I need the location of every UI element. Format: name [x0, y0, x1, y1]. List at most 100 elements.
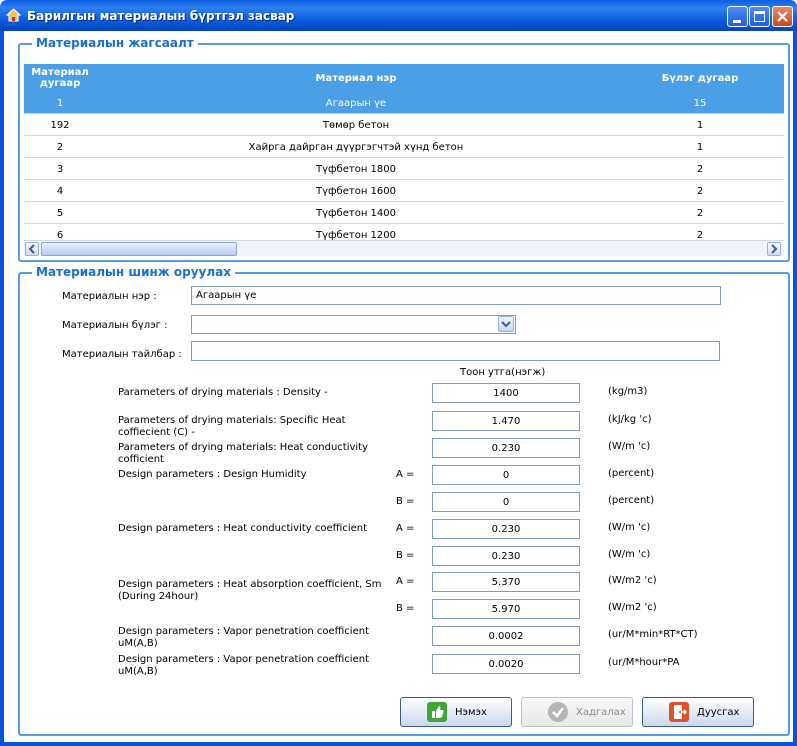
- param-value-input[interactable]: 5.970: [432, 599, 580, 619]
- param-unit: (W/m 'c): [608, 441, 651, 452]
- column-header-material-name[interactable]: Материал нэр: [96, 64, 616, 92]
- table-row[interactable]: 192 Төмөр бетон 1: [24, 114, 784, 136]
- add-button-label: Нэмэх: [455, 706, 487, 718]
- param-value-input[interactable]: 1400: [432, 383, 580, 403]
- finish-button[interactable]: Дуусгах: [642, 697, 754, 727]
- values-header: Тоон утга(нэгж): [460, 367, 546, 378]
- param-unit: (ur/M*min*RT*CT): [608, 629, 698, 640]
- table-row[interactable]: 5 Түфбетон 1400 2: [24, 202, 784, 224]
- material-description-input[interactable]: [191, 341, 720, 361]
- grid-horizontal-scrollbar[interactable]: [24, 240, 784, 256]
- cell-material-number: 1: [56, 97, 64, 109]
- table-row[interactable]: 2 Хайрга дайрган дүүргэгчтэй хүнд бетон 1: [24, 136, 784, 158]
- param-label: Parameters of drying materials: Heat con…: [118, 442, 369, 465]
- cell-material-name: Түфбетон 1800: [315, 163, 396, 175]
- cell-material-name: Агаарын үе: [325, 97, 387, 109]
- param-label: Design parameters : Heat absorption coef…: [118, 579, 382, 602]
- param-value-input[interactable]: 0: [432, 465, 580, 485]
- cell-material-name: Түфбетон 1600: [315, 185, 396, 197]
- chevron-right-icon: [771, 244, 778, 254]
- cell-material-number: 2: [56, 141, 64, 153]
- material-name-input[interactable]: Агаарын үе: [191, 286, 721, 305]
- grid-header: Материал дугаар Материал нэр Бүлэг дугаа…: [24, 64, 784, 92]
- material-list-legend: Материалын жагсаалт: [32, 36, 198, 50]
- material-description-label: Материалын тайлбар :: [62, 349, 182, 360]
- param-unit: (percent): [608, 468, 655, 479]
- title-bar: Барилгын материалын бүртгэл засвар: [0, 0, 797, 31]
- table-row[interactable]: 3 Түфбетон 1800 2: [24, 158, 784, 180]
- param-unit: (W/m2 'c): [608, 575, 657, 586]
- param-label: Design parameters : Vapor penetration co…: [118, 654, 369, 677]
- param-label: Design parameters : Heat conductivity co…: [118, 523, 368, 534]
- scroll-right-button[interactable]: [767, 242, 781, 256]
- minimize-icon: [733, 20, 741, 23]
- cell-group-number: 2: [696, 207, 704, 219]
- param-unit: (W/m 'c): [608, 549, 651, 560]
- param-label: Design parameters : Vapor penetration co…: [118, 626, 369, 649]
- exit-door-icon: [669, 702, 689, 722]
- maximize-button[interactable]: [749, 6, 770, 27]
- thumbs-up-icon: [427, 702, 447, 722]
- param-value-input[interactable]: 0.230: [432, 519, 580, 539]
- cell-material-number: 3: [56, 163, 64, 175]
- cell-group-number: 1: [696, 119, 704, 131]
- param-sub-label: A =: [396, 523, 415, 534]
- param-sub-label: A =: [396, 469, 415, 480]
- checkmark-icon: [548, 702, 568, 722]
- param-value-input[interactable]: 1.470: [432, 411, 580, 431]
- param-unit: (kg/m3): [608, 386, 648, 397]
- material-group-select[interactable]: [191, 315, 516, 334]
- table-row[interactable]: 1 Агаарын үе 15: [24, 92, 784, 114]
- column-header-material-number[interactable]: Материал дугаар: [24, 64, 96, 92]
- material-name-label: Материалын нэр :: [62, 291, 157, 302]
- cell-group-number: 2: [696, 163, 704, 175]
- close-window-button[interactable]: [772, 6, 793, 27]
- param-unit: (W/m2 'c): [608, 602, 657, 613]
- param-unit: (kJ/kg 'c): [608, 414, 652, 425]
- home-icon: [6, 8, 21, 22]
- chevron-down-icon: [501, 321, 511, 328]
- param-label: Parameters of drying materials: Specific…: [118, 415, 346, 438]
- param-unit: (ur/M*hour*PA: [608, 657, 680, 668]
- cell-material-name: Түфбетон 1400: [315, 207, 396, 219]
- cell-material-number: 192: [50, 119, 70, 131]
- param-value-input[interactable]: 5.370: [432, 572, 580, 592]
- save-button-label: Хадгалах: [576, 706, 626, 718]
- param-label: Parameters of drying materials : Density…: [118, 387, 328, 398]
- materials-grid[interactable]: Материал дугаар Материал нэр Бүлэг дугаа…: [24, 64, 784, 256]
- param-value-input[interactable]: 0.0020: [432, 654, 580, 674]
- minimize-button[interactable]: [727, 6, 748, 27]
- cell-group-number: 15: [693, 97, 707, 109]
- scroll-left-button[interactable]: [25, 242, 39, 256]
- cell-material-number: 5: [56, 207, 64, 219]
- material-group-dropdown-button[interactable]: [498, 316, 514, 332]
- param-sub-label: B =: [396, 603, 415, 614]
- material-properties-legend: Материалын шинж оруулах: [32, 265, 236, 279]
- param-sub-label: B =: [396, 496, 415, 507]
- material-group-label: Материалын бүлэг :: [62, 320, 168, 331]
- cell-group-number: 1: [696, 141, 704, 153]
- param-unit: (W/m 'c): [608, 522, 651, 533]
- param-sub-label: B =: [396, 550, 415, 561]
- param-label: Design parameters : Design Humidity: [118, 469, 307, 480]
- cell-group-number: 2: [696, 185, 704, 197]
- param-value-input[interactable]: 0.230: [432, 546, 580, 566]
- param-value-input[interactable]: 0: [432, 492, 580, 512]
- table-row[interactable]: 4 Түфбетон 1600 2: [24, 180, 784, 202]
- scroll-thumb[interactable]: [41, 242, 237, 256]
- maximize-icon: [754, 11, 765, 22]
- param-unit: (percent): [608, 495, 655, 506]
- param-value-input[interactable]: 0.230: [432, 438, 580, 458]
- window-title: Барилгын материалын бүртгэл засвар: [27, 9, 295, 23]
- finish-button-label: Дуусгах: [697, 706, 740, 718]
- cell-material-name: Төмөр бетон: [322, 119, 390, 131]
- param-sub-label: A =: [396, 576, 415, 587]
- cell-material-name: Хайрга дайрган дүүргэгчтэй хүнд бетон: [248, 141, 464, 153]
- add-button[interactable]: Нэмэх: [400, 697, 512, 727]
- chevron-left-icon: [28, 244, 35, 254]
- close-icon: [777, 11, 788, 22]
- cell-material-number: 4: [56, 185, 64, 197]
- save-button[interactable]: Хадгалах: [521, 697, 633, 727]
- column-header-group-number[interactable]: Бүлэг дугаар: [616, 64, 784, 92]
- param-value-input[interactable]: 0.0002: [432, 626, 580, 646]
